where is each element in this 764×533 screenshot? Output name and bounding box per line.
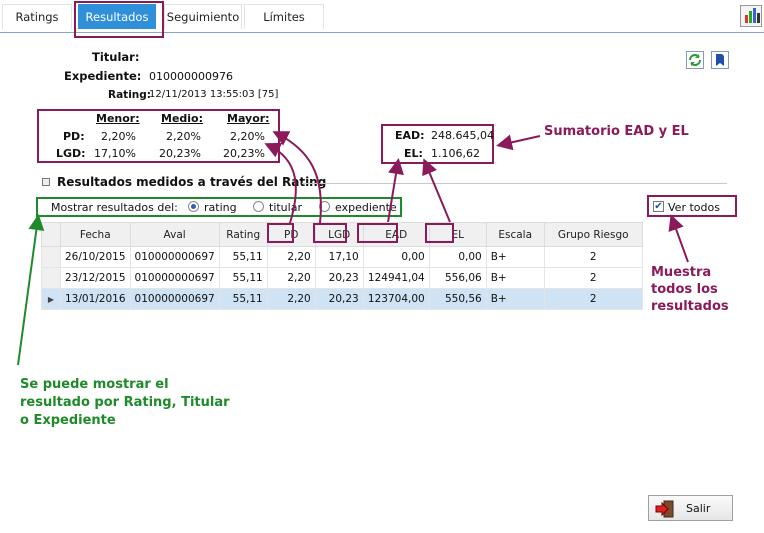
annotation-muestra-line: todos los xyxy=(651,282,718,297)
annotation-muestra-line: resultados xyxy=(651,299,729,314)
salir-button[interactable]: Salir xyxy=(648,495,733,521)
annotation-muestra: Muestra todos los resultados xyxy=(651,264,729,315)
salir-label: Salir xyxy=(686,502,711,515)
annotation-se-puede-line: resultado por Rating, Titular xyxy=(20,395,230,410)
annotation-arrows xyxy=(17,131,689,366)
annotation-se-puede-line: o Expediente xyxy=(20,413,116,428)
exit-door-icon xyxy=(655,500,674,518)
annotation-se-puede: Se puede mostrar el resultado por Rating… xyxy=(20,376,230,430)
annotation-sumatorio: Sumatorio EAD y EL xyxy=(544,124,689,139)
annotation-se-puede-line: Se puede mostrar el xyxy=(20,377,169,392)
annotation-muestra-line: Muestra xyxy=(651,265,712,280)
